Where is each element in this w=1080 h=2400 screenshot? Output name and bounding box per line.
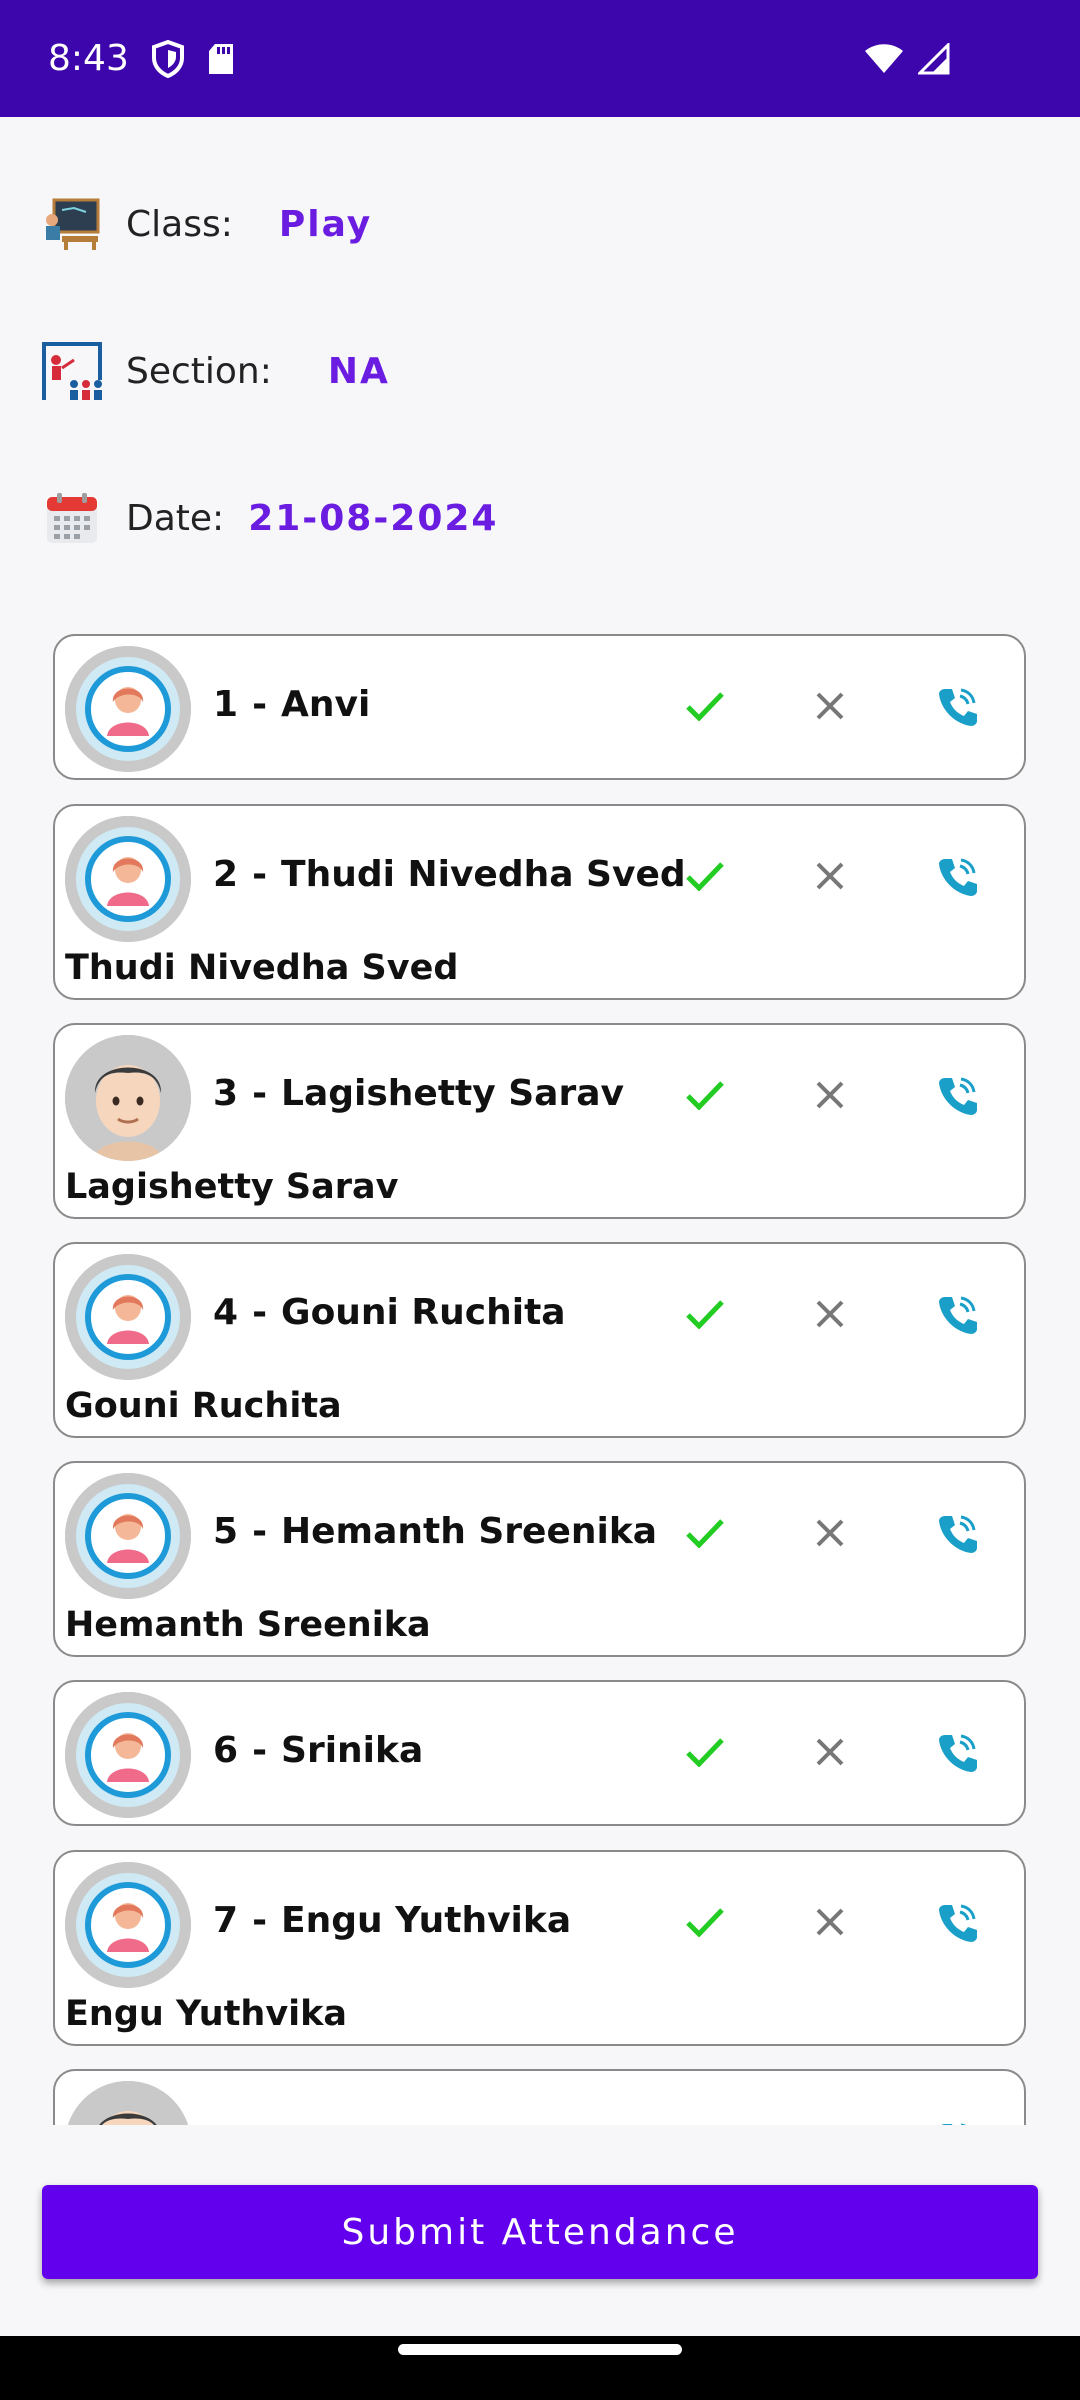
classroom-icon <box>40 192 104 256</box>
submit-attendance-button[interactable]: Submit Attendance <box>42 2185 1038 2279</box>
student-subtitle: Gouni Ruchita <box>65 1386 342 1426</box>
mark-absent-button[interactable] <box>800 1722 860 1782</box>
student-title: 2- Thudi Nivedha Sved <box>213 854 686 895</box>
status-bar: 8:43 <box>0 0 1080 117</box>
calendar-icon <box>40 486 104 550</box>
student-subtitle: Lagishetty Sarav <box>65 1167 399 1207</box>
student-subtitle: Thudi Nivedha Sved <box>65 948 459 988</box>
call-parent-button[interactable] <box>927 846 987 906</box>
mark-absent-button[interactable] <box>800 1892 860 1952</box>
boy-avatar-icon <box>65 1035 191 1161</box>
student-list[interactable]: 1- Anvi 2- Thudi Nivedha Sved Thudi Nive… <box>0 620 1080 2125</box>
call-parent-button[interactable] <box>927 1503 987 1563</box>
shield-icon <box>151 39 185 78</box>
mark-absent-button[interactable] <box>800 1503 860 1563</box>
girl-avatar-icon <box>65 1254 191 1380</box>
mark-present-button[interactable] <box>675 1892 735 1952</box>
student-card[interactable]: 1- Anvi <box>53 634 1026 780</box>
section-value: NA <box>327 350 390 392</box>
girl-avatar-icon <box>65 1692 191 1818</box>
sd-card-icon <box>207 42 235 76</box>
girl-avatar-icon <box>65 1473 191 1599</box>
mark-absent-button[interactable] <box>800 1065 860 1125</box>
student-card[interactable]: 4- Gouni Ruchita Gouni Ruchita <box>53 1242 1026 1438</box>
mark-present-button[interactable] <box>675 676 735 736</box>
section-label: Section: <box>126 350 272 392</box>
student-title: 5- Hemanth Sreenika <box>213 1511 658 1552</box>
student-title: 4- Gouni Ruchita <box>213 1292 566 1333</box>
student-subtitle: Hemanth Sreenika <box>65 1605 431 1645</box>
student-card[interactable]: 7- Engu Yuthvika Engu Yuthvika <box>53 1850 1026 2046</box>
student-card[interactable]: 5- Hemanth Sreenika Hemanth Sreenika <box>53 1461 1026 1657</box>
girl-avatar-icon <box>65 816 191 942</box>
mark-absent-button[interactable] <box>800 676 860 736</box>
girl-avatar-icon <box>65 1862 191 1988</box>
class-row: Class: Play <box>40 184 372 264</box>
call-parent-button[interactable] <box>927 1722 987 1782</box>
student-subtitle: Engu Yuthvika <box>65 1994 348 2034</box>
boy-avatar-icon <box>65 2081 191 2125</box>
section-row: Section: NA <box>40 331 390 411</box>
call-parent-button[interactable] <box>927 1065 987 1125</box>
mark-present-button[interactable] <box>675 846 735 906</box>
class-value: Play <box>278 203 373 245</box>
student-card[interactable]: 2- Thudi Nivedha Sved Thudi Nivedha Sved <box>53 804 1026 1000</box>
date-row: Date: 21-08-2024 <box>40 478 498 558</box>
mark-present-button[interactable] <box>675 1722 735 1782</box>
student-title: 7- Engu Yuthvika <box>213 1900 572 1941</box>
student-card[interactable] <box>53 2069 1026 2125</box>
girl-avatar-icon <box>65 646 191 772</box>
student-title: 6- Srinika <box>213 1730 424 1771</box>
signal-icon <box>918 42 950 75</box>
class-label: Class: <box>126 203 233 245</box>
mark-absent-button[interactable] <box>800 1284 860 1344</box>
section-icon <box>40 339 104 403</box>
mark-present-button[interactable] <box>675 1284 735 1344</box>
student-card[interactable]: 6- Srinika <box>53 1680 1026 1826</box>
call-parent-button[interactable] <box>927 1892 987 1952</box>
date-label: Date: <box>126 497 225 539</box>
date-value: 21-08-2024 <box>248 497 499 539</box>
status-time: 8:43 <box>48 38 129 79</box>
student-card[interactable]: 3- Lagishetty Sarav Lagishetty Sarav <box>53 1023 1026 1219</box>
call-parent-button[interactable] <box>927 676 987 736</box>
mark-absent-button[interactable] <box>800 846 860 906</box>
wifi-icon <box>864 43 904 75</box>
mark-present-button[interactable] <box>675 1503 735 1563</box>
home-gesture-handle[interactable] <box>398 2344 682 2355</box>
student-title: 1- Anvi <box>213 684 371 725</box>
mark-present-button[interactable] <box>675 1065 735 1125</box>
student-title: 3- Lagishetty Sarav <box>213 1073 624 1114</box>
call-parent-button[interactable] <box>927 1284 987 1344</box>
call-parent-button[interactable] <box>927 2111 987 2125</box>
